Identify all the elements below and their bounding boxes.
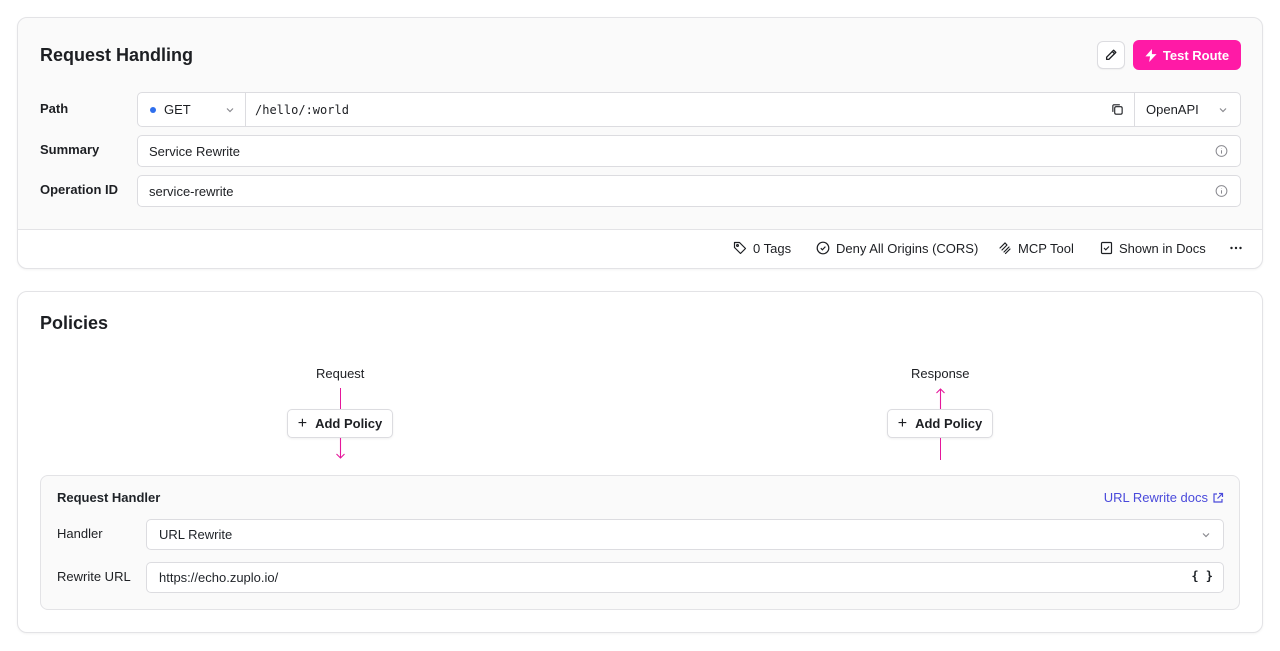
- plus-icon: +: [297, 414, 308, 432]
- plus-icon: +: [897, 414, 908, 432]
- path-input[interactable]: /hello/:world: [246, 93, 1134, 126]
- policies-card: Policies Request + Add Policy Response +…: [17, 291, 1263, 633]
- info-icon[interactable]: [1215, 145, 1228, 158]
- policies-title: Policies: [40, 313, 109, 333]
- request-flow-label: Request: [316, 366, 365, 381]
- external-link-icon: [1213, 492, 1224, 503]
- rewrite-url-input[interactable]: https://echo.zuplo.io/ { }: [146, 562, 1224, 593]
- pencil-icon: [1105, 49, 1117, 61]
- spec-select[interactable]: OpenAPI: [1134, 93, 1240, 126]
- rewrite-url-value: https://echo.zuplo.io/: [159, 570, 279, 585]
- lightning-icon: [1145, 48, 1157, 62]
- test-route-button[interactable]: Test Route: [1133, 40, 1241, 70]
- url-rewrite-docs-link[interactable]: URL Rewrite docs: [1104, 490, 1224, 505]
- handler-label: Handler: [57, 526, 103, 541]
- request-flow-line-top: [340, 388, 341, 409]
- docs-link-label: URL Rewrite docs: [1103, 490, 1208, 505]
- tags-label: 0 Tags: [753, 240, 792, 256]
- edit-button[interactable]: [1097, 41, 1125, 69]
- mcp-label: MCP Tool: [1018, 240, 1074, 256]
- add-response-policy-button[interactable]: + Add Policy: [887, 409, 993, 438]
- braces-icon[interactable]: { }: [1191, 569, 1213, 583]
- path-field: GET /hello/:world OpenAPI: [137, 92, 1241, 127]
- tags-button[interactable]: 0 Tags: [733, 240, 791, 256]
- cors-label: Deny All Origins (CORS): [836, 240, 979, 256]
- copy-icon[interactable]: [1111, 103, 1124, 116]
- handler-value: URL Rewrite: [159, 527, 233, 542]
- info-icon[interactable]: [1215, 185, 1228, 198]
- method-select[interactable]: GET: [138, 93, 246, 126]
- arrow-up-icon: [936, 388, 945, 409]
- spec-value: OpenAPI: [1146, 102, 1199, 117]
- mcp-tool-button[interactable]: MCP Tool: [998, 240, 1074, 256]
- summary-label: Summary: [40, 142, 100, 157]
- request-handling-title: Request Handling: [40, 45, 194, 65]
- tag-icon: [733, 241, 747, 255]
- chevron-down-icon: [226, 108, 234, 113]
- add-request-policy-button[interactable]: + Add Policy: [287, 409, 393, 438]
- response-flow-label: Response: [911, 366, 970, 381]
- operation-id-label: Operation ID: [40, 182, 119, 197]
- test-route-label: Test Route: [1162, 47, 1230, 63]
- path-label: Path: [40, 101, 69, 116]
- operation-id-input[interactable]: service-rewrite: [137, 175, 1241, 207]
- summary-value: Service Rewrite: [149, 143, 241, 159]
- response-flow-line-bottom: [940, 438, 941, 460]
- handler-select[interactable]: URL Rewrite: [146, 519, 1224, 550]
- check-circle-icon: [816, 241, 830, 255]
- chevron-down-icon: [1202, 533, 1210, 538]
- add-policy-label: Add Policy: [315, 416, 383, 431]
- divider: [18, 229, 1262, 230]
- operation-id-value: service-rewrite: [149, 183, 234, 199]
- chevron-down-icon: [1219, 108, 1227, 113]
- meta-bar: [18, 230, 1262, 268]
- method-dot: [150, 106, 156, 113]
- docs-visibility-button[interactable]: Shown in Docs: [1100, 240, 1206, 256]
- cors-button[interactable]: Deny All Origins (CORS): [816, 240, 978, 256]
- mcp-icon: [999, 242, 1011, 255]
- docs-label: Shown in Docs: [1119, 240, 1206, 256]
- method-value: GET: [164, 102, 191, 117]
- path-value: /hello/:world: [255, 102, 349, 117]
- request-handler-title: Request Handler: [57, 490, 161, 505]
- request-handling-card: Request Handling Test Route Path GET /he…: [17, 17, 1263, 269]
- request-handler-panel: Request Handler URL Rewrite docs Handler…: [40, 475, 1240, 610]
- summary-input[interactable]: Service Rewrite: [137, 135, 1241, 167]
- add-policy-label: Add Policy: [915, 416, 983, 431]
- more-horizontal-icon[interactable]: [1229, 241, 1243, 255]
- arrow-down-icon: [336, 438, 345, 459]
- rewrite-url-label: Rewrite URL: [57, 569, 131, 584]
- document-check-icon: [1100, 241, 1113, 255]
